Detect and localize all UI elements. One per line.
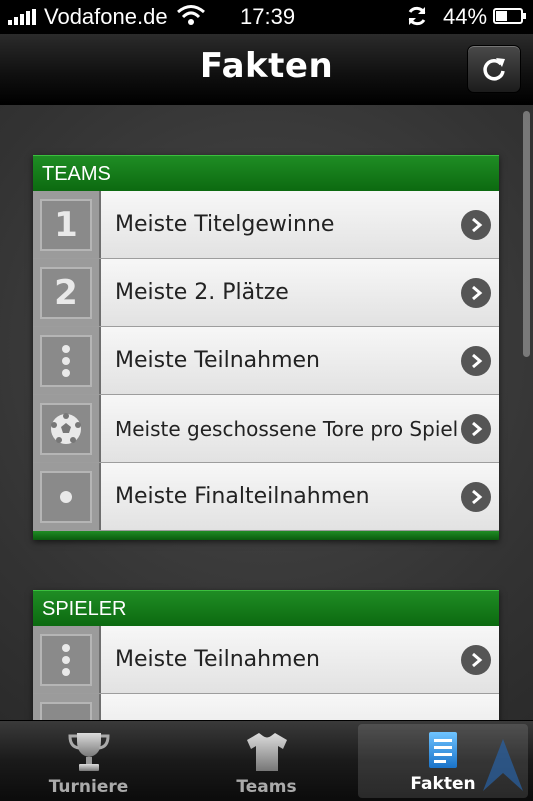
dots-icon [40, 334, 92, 387]
list-item[interactable]: Meiste Teilnahmen [33, 327, 499, 395]
row-icon-box [33, 395, 101, 462]
refresh-icon [483, 58, 505, 81]
chevron-right-icon [461, 413, 491, 444]
content-area[interactable]: TEAMS 1 Meiste Titelgewinne 2 Meiste 2. … [0, 105, 533, 720]
soccer-ball-icon [40, 402, 92, 455]
list-item-label: Meiste Teilnahmen [115, 348, 320, 373]
number-1-icon: 1 [40, 198, 92, 251]
status-bar: Vodafone.de 17:39 44% [0, 0, 533, 34]
list-item[interactable] [33, 694, 499, 720]
tab-bar: Turniere Teams Fakten [0, 720, 533, 801]
section-teams: TEAMS 1 Meiste Titelgewinne 2 Meiste 2. … [33, 155, 499, 540]
list-item[interactable]: 1 Meiste Titelgewinne [33, 191, 499, 259]
tab-turniere[interactable]: Turniere [0, 721, 177, 801]
list-item-label: Meiste Titelgewinne [115, 212, 335, 237]
chevron-right-icon [461, 345, 491, 376]
battery-icon [493, 8, 526, 24]
list-item-label: Meiste Finalteilnahmen [115, 484, 370, 509]
section-header: TEAMS [33, 155, 499, 191]
section-header: SPIELER [33, 590, 499, 626]
chevron-right-icon [461, 644, 491, 675]
row-icon [40, 701, 92, 720]
row-icon-box [33, 694, 101, 720]
tab-label: Teams [236, 777, 297, 797]
section-footer [33, 531, 499, 540]
chevron-right-icon [461, 209, 491, 240]
list-item[interactable]: Meiste geschossene Tore pro Spiel [33, 395, 499, 463]
refresh-button[interactable] [467, 45, 521, 93]
list-item-label: Meiste Teilnahmen [115, 647, 320, 672]
wifi-icon [176, 4, 206, 32]
tab-label: Turniere [48, 777, 129, 797]
navigation-bar: Fakten [0, 34, 533, 105]
section-spieler: SPIELER Meiste Teilnahmen [33, 590, 499, 720]
document-icon [429, 732, 457, 768]
list-item-label: Meiste 2. Plätze [115, 280, 289, 305]
scrollbar[interactable] [523, 111, 530, 357]
row-icon-box [33, 626, 101, 693]
dot-icon [40, 470, 92, 523]
jersey-icon [246, 733, 287, 771]
chevron-right-icon [461, 481, 491, 512]
row-icon-box: 1 [33, 191, 101, 258]
list-item-label [101, 694, 499, 720]
battery-percentage: 44% [443, 4, 488, 29]
signal-strength-icon [8, 9, 36, 25]
number-2-icon: 2 [40, 266, 92, 319]
row-icon-box [33, 327, 101, 394]
chevron-right-icon [461, 277, 491, 308]
tab-label: Fakten [410, 774, 476, 794]
list-item[interactable]: Meiste Teilnahmen [33, 626, 499, 694]
trophy-icon [67, 733, 110, 771]
row-icon-box: 2 [33, 259, 101, 326]
clock: 17:39 [240, 4, 296, 29]
watermark-logo [483, 739, 523, 791]
list-item[interactable]: 2 Meiste 2. Plätze [33, 259, 499, 327]
list-item-label: Meiste geschossene Tore pro Spiel [115, 416, 459, 441]
dots-icon [40, 633, 92, 686]
list-item[interactable]: Meiste Finalteilnahmen [33, 463, 499, 531]
row-icon-box [33, 463, 101, 530]
sync-icon [405, 4, 429, 34]
page-title: Fakten [199, 46, 334, 86]
carrier-name: Vodafone.de [44, 4, 168, 29]
tab-teams[interactable]: Teams [178, 721, 355, 801]
